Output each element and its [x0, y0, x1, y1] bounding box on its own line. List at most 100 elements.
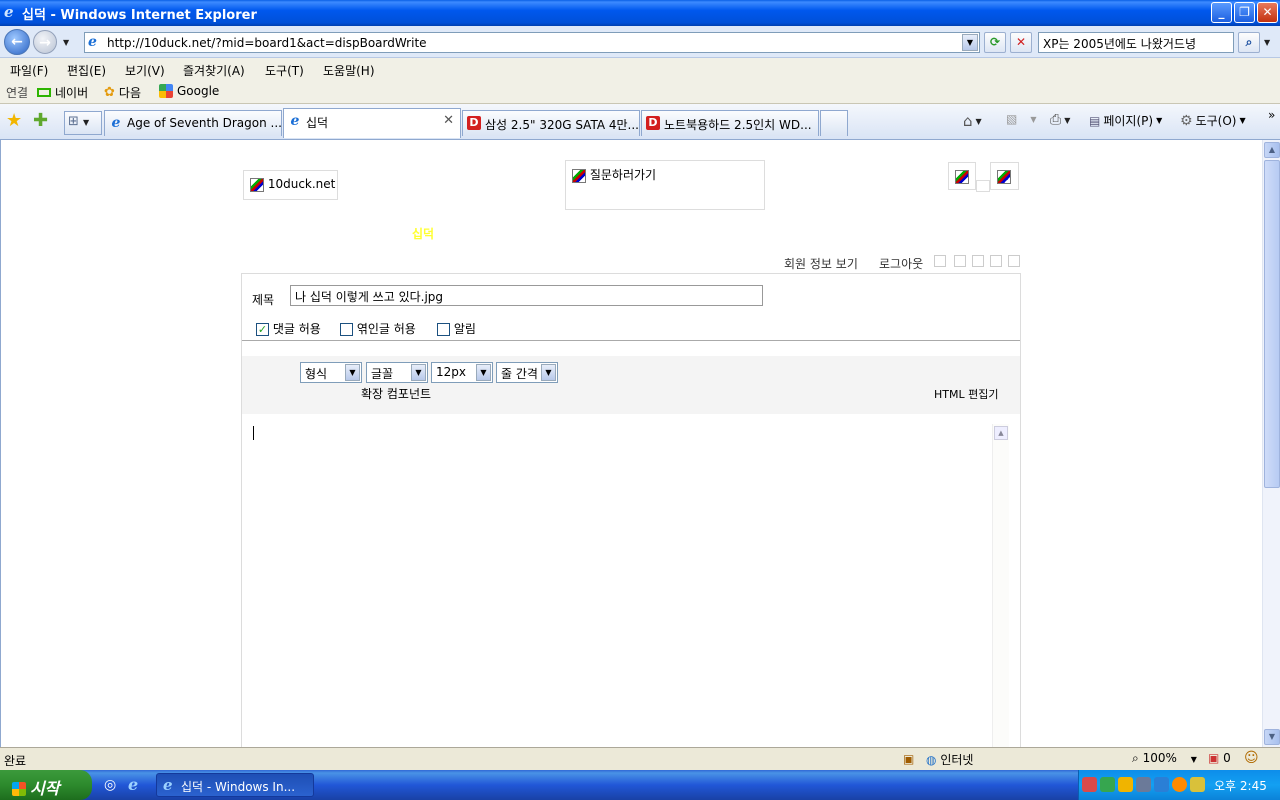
link-naver[interactable]: 네이버	[37, 84, 88, 101]
site-name[interactable]: 십덕	[412, 225, 434, 242]
scroll-thumb[interactable]	[1264, 160, 1280, 488]
checkbox-icon[interactable]	[437, 323, 450, 336]
taskbar-item-ie[interactable]: e 십덕 - Windows In...	[156, 773, 314, 797]
close-tab-icon[interactable]: ✕	[443, 113, 454, 128]
feeds-icon[interactable]: ▧ ▼	[1006, 112, 1037, 126]
tray-icon-4[interactable]	[1136, 777, 1151, 792]
font-size-select[interactable]: 12px ▼	[431, 362, 493, 383]
checkbox-checked-icon[interactable]: ✓	[256, 323, 269, 336]
scroll-down-icon[interactable]: ▼	[1264, 729, 1280, 745]
globe-icon: ◍	[926, 753, 937, 767]
menu-tools[interactable]: 도구(T)	[265, 62, 304, 79]
tab-sipdeok[interactable]: e 십덕 ✕	[283, 108, 461, 138]
menu-edit[interactable]: 편집(E)	[67, 62, 106, 79]
tray-icon-2[interactable]	[1100, 777, 1115, 792]
menu-slot-5[interactable]	[1008, 255, 1020, 267]
quick-tabs-button[interactable]: ⊞ ▼	[64, 111, 102, 135]
security-zone[interactable]: ◍ 인터넷	[926, 751, 973, 768]
popup-blocker[interactable]: ▣ 0	[1208, 751, 1231, 765]
extension-component-button[interactable]: 확장 컴포넌트	[361, 385, 431, 402]
address-bar[interactable]: e http://10duck.net/?mid=board1&act=disp…	[84, 32, 980, 53]
magnifier-icon: ⌕	[1132, 751, 1139, 765]
option-allow-comments[interactable]: ✓ 댓글 허용	[256, 320, 321, 337]
back-button[interactable]: ←	[4, 29, 30, 55]
danawa-icon: D	[467, 116, 481, 130]
menu-view[interactable]: 보기(V)	[125, 62, 165, 79]
minimize-button[interactable]: _	[1211, 2, 1232, 23]
title-input[interactable]: 나 십덕 이렇게 쓰고 있다.jpg	[290, 285, 763, 306]
close-window-button[interactable]: ✕	[1257, 2, 1278, 23]
tab-age-of-seventh-dragon[interactable]: e Age of Seventh Dragon ...	[104, 110, 282, 136]
broken-image-icon	[997, 169, 1011, 184]
menu-slot-2[interactable]	[954, 255, 966, 267]
site-logo[interactable]: 10duck.net	[243, 170, 338, 200]
tab-notebook-hdd[interactable]: D 노트북용하드 2.5인치 WD...	[641, 110, 819, 136]
html-editor-button[interactable]: HTML 편집기	[934, 386, 998, 402]
quicklaunch-icon[interactable]: ◎	[104, 777, 116, 793]
scroll-up-icon[interactable]: ▲	[994, 426, 1008, 440]
ie-quicklaunch-icon[interactable]: e	[128, 775, 138, 794]
font-select[interactable]: 글꼴 ▼	[366, 362, 428, 383]
tray-icon-1[interactable]	[1082, 777, 1097, 792]
refresh-button[interactable]: ⟳	[984, 32, 1006, 53]
page-menu-button[interactable]: ▤ 페이지(P) ▼	[1089, 112, 1162, 129]
logout-link[interactable]: 로그아웃	[879, 255, 923, 272]
menu-favorites[interactable]: 즐겨찾기(A)	[183, 62, 245, 79]
stop-button[interactable]: ✕	[1010, 32, 1032, 53]
protected-mode-icon[interactable]: ▣	[903, 752, 914, 766]
print-icon[interactable]: ⎙ ▼	[1050, 112, 1070, 128]
favorites-center-icon[interactable]: ★	[6, 110, 22, 131]
new-tab-button[interactable]	[820, 110, 848, 136]
ie-page-icon: e	[290, 113, 300, 129]
editor-scrollbar[interactable]: ▲	[992, 424, 1009, 747]
tray-icon-6[interactable]	[1172, 777, 1187, 792]
editor-body[interactable]	[244, 418, 1010, 747]
option-allow-trackback[interactable]: 엮인글 허용	[340, 320, 416, 337]
member-info-link[interactable]: 회원 정보 보기	[784, 255, 858, 272]
checkbox-icon[interactable]	[340, 323, 353, 336]
option-notify[interactable]: 알림	[437, 320, 476, 337]
page-scrollbar[interactable]: ▲ ▼	[1262, 140, 1280, 747]
search-input[interactable]: XP는 2005년에도 나왔거드녕	[1038, 32, 1234, 53]
scroll-up-icon[interactable]: ▲	[1264, 142, 1280, 158]
header-image-1[interactable]	[948, 162, 976, 190]
question-link[interactable]: 질문하러가기	[565, 160, 765, 210]
editor-top-border	[242, 340, 1020, 341]
text-cursor	[253, 426, 254, 440]
broken-image-icon	[572, 168, 586, 183]
maximize-button[interactable]: ❐	[1234, 2, 1255, 23]
menu-slot-3[interactable]	[972, 255, 984, 267]
address-input[interactable]: http://10duck.net/?mid=board1&act=dispBo…	[107, 36, 427, 50]
forward-button[interactable]: →	[33, 30, 57, 54]
toolbar-chevron-icon[interactable]: »	[1268, 108, 1275, 122]
home-icon[interactable]: ⌂ ▼	[963, 112, 982, 130]
menu-help[interactable]: 도움말(H)	[323, 62, 375, 79]
header-image-2[interactable]	[990, 162, 1019, 190]
line-spacing-select[interactable]: 줄 간격 ▼	[496, 362, 558, 383]
tools-menu-button[interactable]: ⚙ 도구(O) ▼	[1180, 112, 1246, 129]
tray-icon-3[interactable]	[1118, 777, 1133, 792]
menu-slot-4[interactable]	[990, 255, 1002, 267]
link-google[interactable]: Google	[159, 84, 219, 98]
search-icon[interactable]: ⌕	[1238, 32, 1260, 53]
format-select[interactable]: 형식 ▼	[300, 362, 362, 383]
add-favorite-icon[interactable]: ✚	[33, 110, 48, 131]
header-divider	[976, 180, 990, 192]
menu-file[interactable]: 파일(F)	[10, 62, 48, 79]
menu-slot-1[interactable]	[934, 255, 946, 267]
ie-page-icon: e	[111, 115, 121, 131]
page-icon: e	[88, 34, 97, 50]
address-dropdown-icon[interactable]: ▼	[962, 34, 978, 51]
tab-samsung-hdd[interactable]: D 삼성 2.5" 320G SATA 4만...	[462, 110, 640, 136]
search-options-dropdown-icon[interactable]: ▼	[1264, 38, 1270, 47]
tray-icon-7[interactable]	[1190, 777, 1205, 792]
link-daum[interactable]: ✿ 다음	[104, 84, 141, 101]
notification-icon[interactable]: ☺	[1244, 750, 1259, 766]
zoom-control[interactable]: ⌕ 100% ▼	[1132, 751, 1197, 766]
naver-icon	[37, 88, 51, 97]
tray-icon-5[interactable]	[1154, 777, 1169, 792]
start-button[interactable]: 시작	[0, 770, 92, 800]
title-bar: e 십덕 - Windows Internet Explorer	[0, 0, 1280, 26]
clock[interactable]: 오후 2:45	[1214, 777, 1267, 794]
history-dropdown-icon[interactable]: ▼	[63, 38, 69, 47]
